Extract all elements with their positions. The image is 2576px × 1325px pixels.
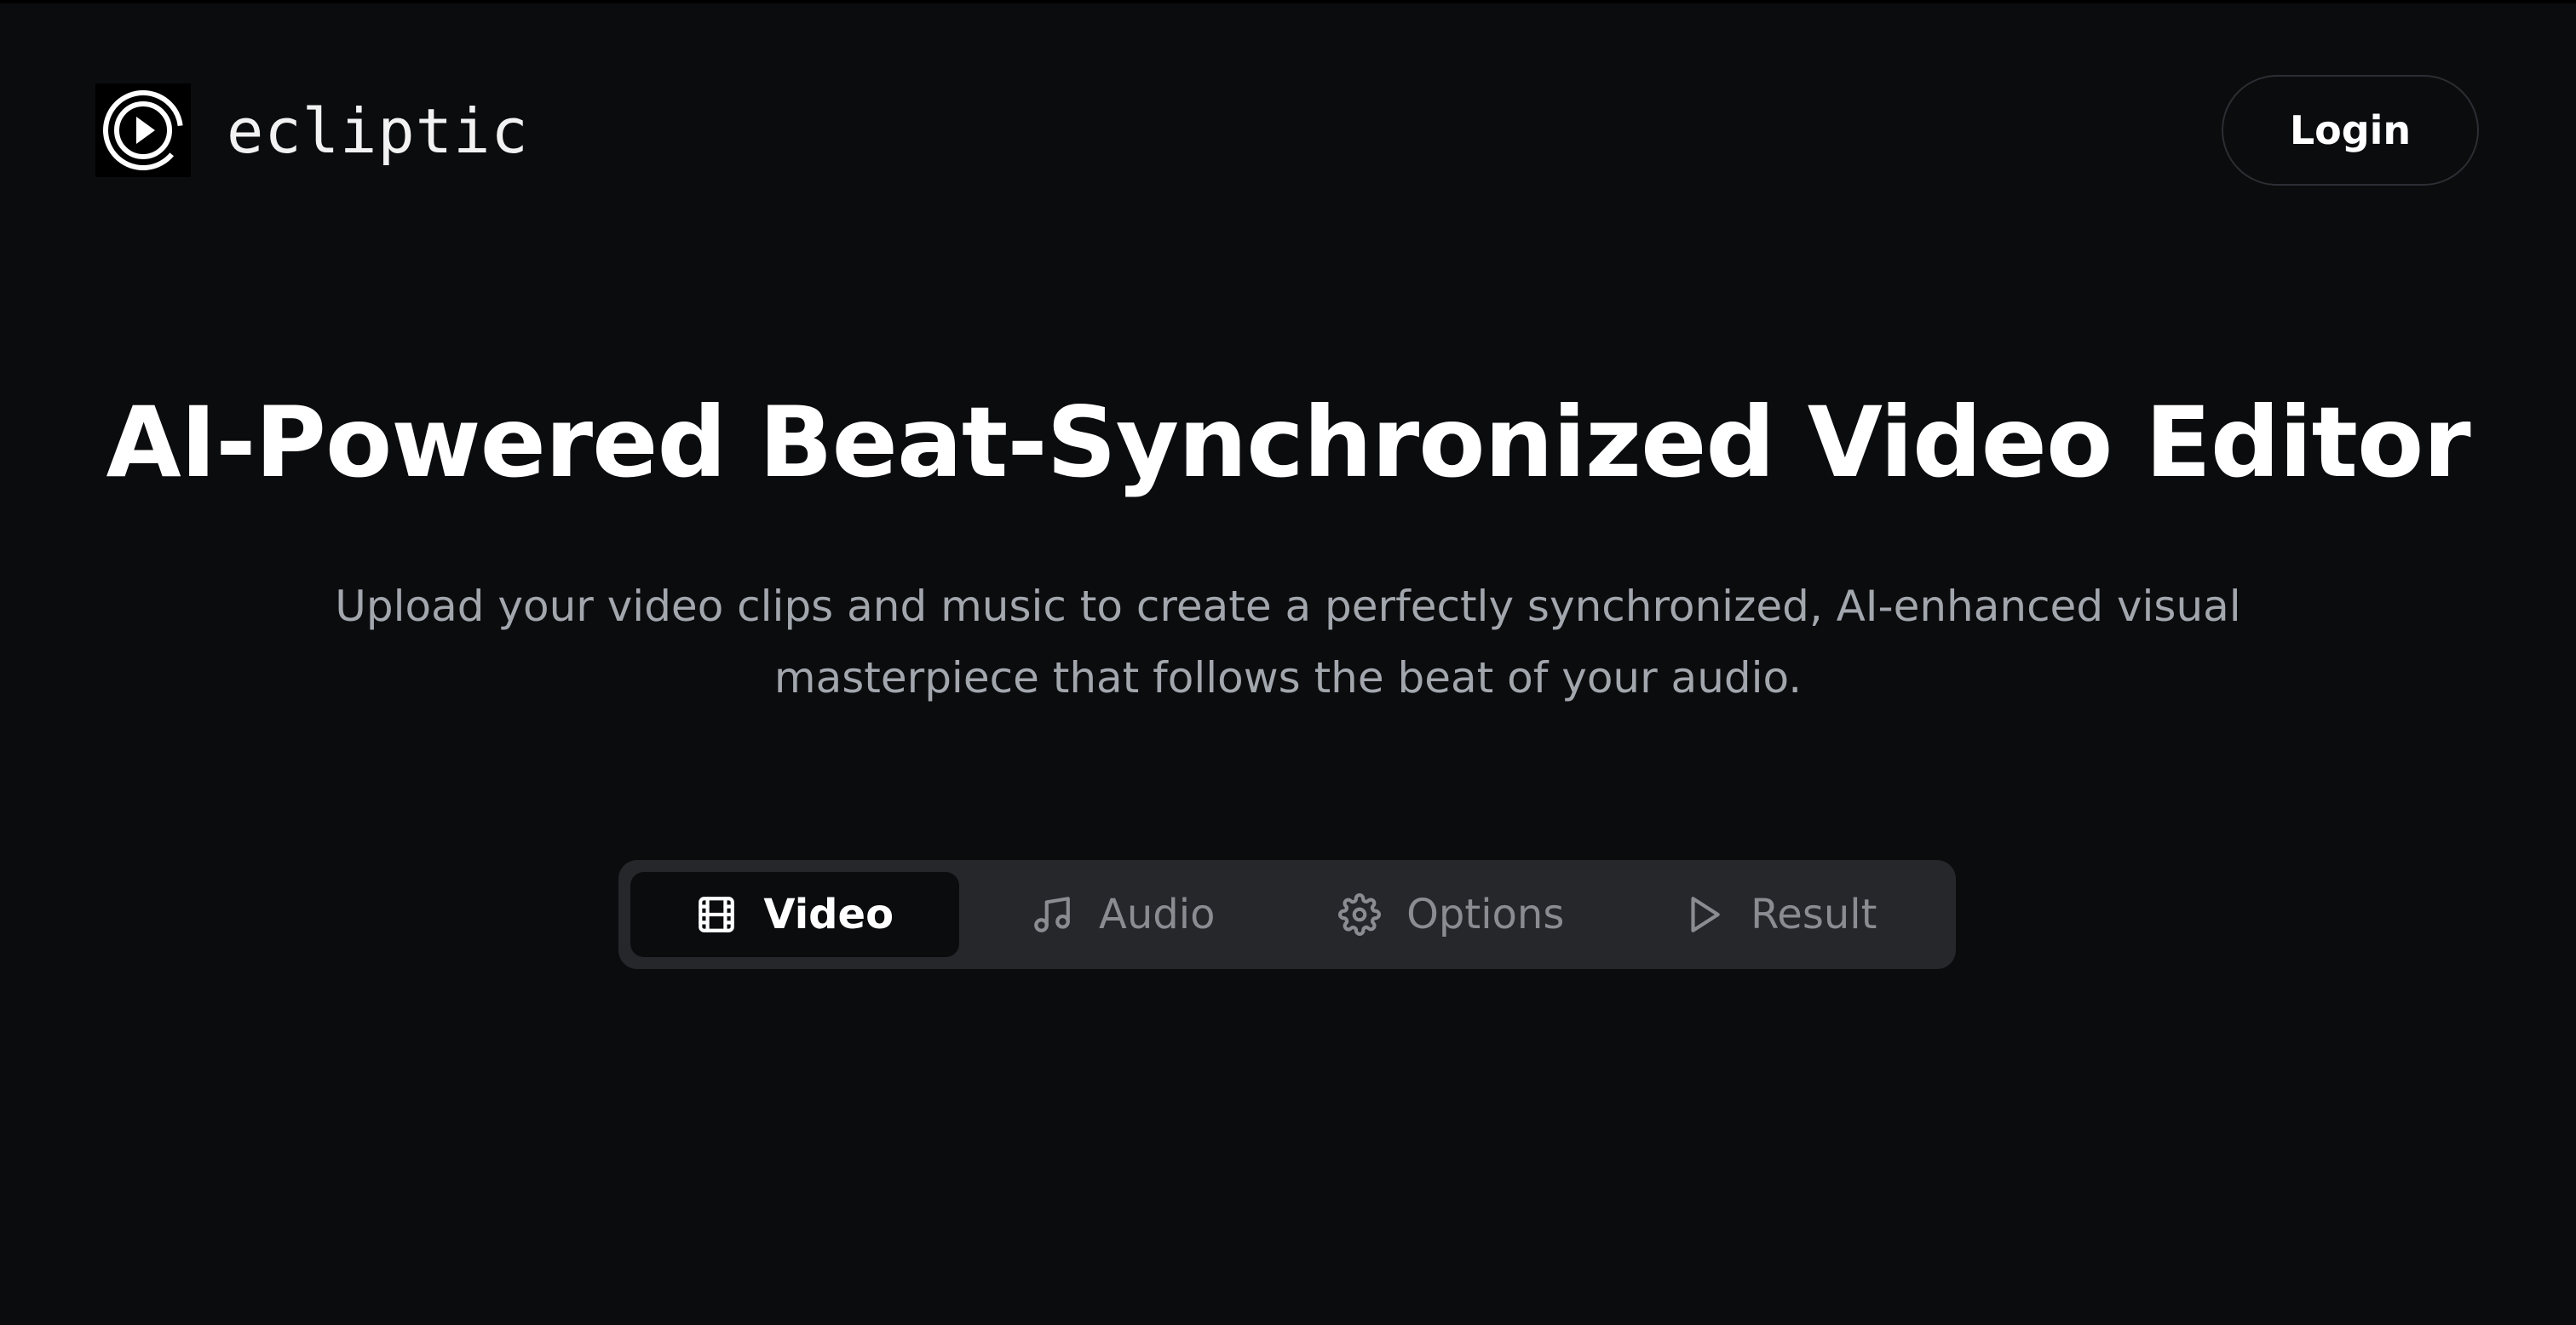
music-note-icon: [1034, 897, 1070, 932]
brand-name: ecliptic: [227, 95, 529, 167]
film-icon: [699, 897, 735, 932]
tab-video[interactable]: Video: [630, 872, 959, 957]
tab-label: Options: [1406, 891, 1565, 938]
tab-options[interactable]: Options: [1287, 872, 1616, 957]
step-tabs: Video Audio Options Result: [618, 860, 1956, 969]
tab-result[interactable]: Result: [1616, 872, 1945, 957]
tab-audio[interactable]: Audio: [959, 872, 1288, 957]
gear-icon: [1338, 893, 1382, 936]
hero-subtitle: Upload your video clips and music to cre…: [335, 582, 2241, 703]
play-icon: [1691, 897, 1720, 932]
logo[interactable]: [95, 83, 191, 177]
tab-label: Audio: [1099, 891, 1216, 938]
play-circle-icon: [103, 90, 183, 170]
login-button[interactable]: Login: [2222, 75, 2479, 186]
tab-label: Video: [763, 891, 894, 938]
top-strip: [0, 0, 2576, 3]
hero-title: AI-Powered Beat-Synchronized Video Edito…: [106, 386, 2470, 499]
tab-label: Result: [1751, 891, 1877, 938]
